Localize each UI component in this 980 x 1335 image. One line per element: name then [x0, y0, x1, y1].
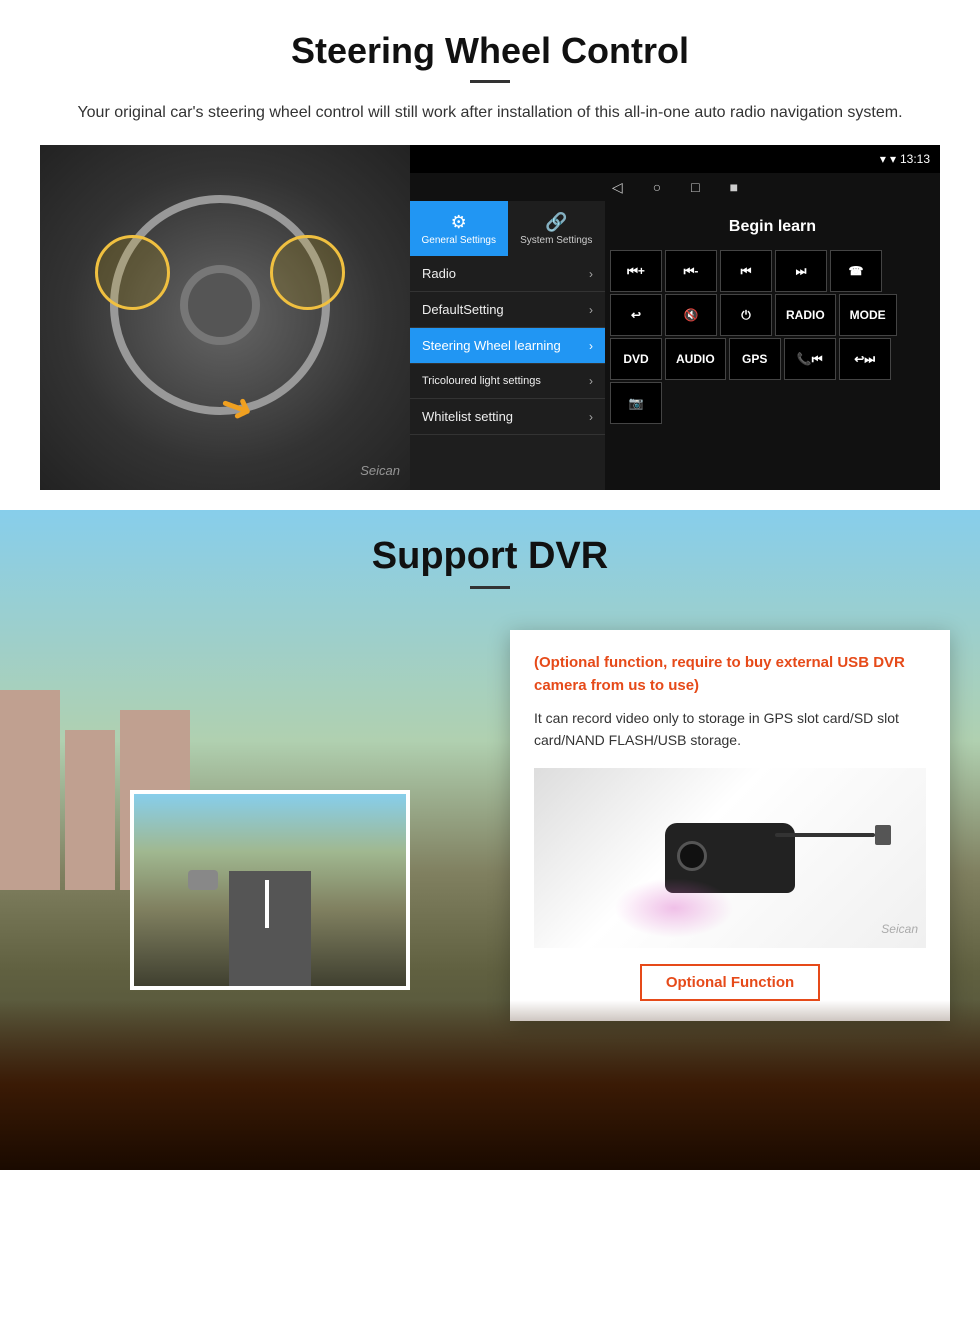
- control-row-1: ⏮+ ⏮- ⏮ ⏭ ☎: [610, 250, 935, 292]
- btn-radio[interactable]: RADIO: [775, 294, 836, 336]
- dvr-divider: [470, 586, 510, 589]
- tab-general-label: General Settings: [422, 235, 497, 246]
- control-row-2: ↩ 🔇 ⏻ RADIO MODE: [610, 294, 935, 336]
- btn-prev-track[interactable]: ⏮: [720, 250, 772, 292]
- btn-back-next[interactable]: ↩⏭: [839, 338, 891, 380]
- system-icon: 🔗: [545, 212, 567, 233]
- btn-dvd[interactable]: DVD: [610, 338, 662, 380]
- btn-back[interactable]: ↩: [610, 294, 662, 336]
- btn-vol-down[interactable]: ⏮-: [665, 250, 717, 292]
- thumbnail-road: [229, 871, 311, 986]
- building-2: [65, 730, 115, 890]
- watermark-dvr: Seican: [881, 922, 918, 936]
- highlight-right: [270, 235, 345, 310]
- dashboard-overlay: [0, 1000, 980, 1170]
- chevron-icon-3: ›: [589, 339, 593, 353]
- status-time: 13:13: [900, 152, 930, 166]
- btn-power[interactable]: ⏻: [720, 294, 772, 336]
- btn-call-prev[interactable]: 📞⏮: [784, 338, 836, 380]
- tab-system-settings[interactable]: 🔗 System Settings: [508, 201, 606, 256]
- title-divider: [470, 80, 510, 83]
- control-row-4: 📷: [610, 382, 935, 424]
- menu-items-list: Radio › DefaultSetting › Steering Wheel …: [410, 256, 605, 490]
- btn-mute[interactable]: 🔇: [665, 294, 717, 336]
- btn-vol-up[interactable]: ⏮+: [610, 250, 662, 292]
- menu-item-tricoloured-label: Tricoloured light settings: [422, 374, 541, 388]
- menu-item-steering-label: Steering Wheel learning: [422, 338, 561, 353]
- android-controls-area: Begin learn ⏮+ ⏮- ⏮ ⏭ ☎ ↩ 🔇: [605, 201, 940, 490]
- dvr-section: Support DVR (Optional function, require …: [0, 510, 980, 1170]
- menu-tabs: ⚙ General Settings 🔗 System Settings: [410, 201, 605, 256]
- wifi-icon: ▾: [890, 152, 896, 166]
- thumbnail-car: [188, 870, 218, 890]
- camera-glow: [614, 878, 734, 938]
- menu-item-default-label: DefaultSetting: [422, 302, 504, 317]
- dvr-road-thumbnail: [130, 790, 410, 990]
- camera-lens: [677, 841, 707, 871]
- chevron-icon-5: ›: [589, 410, 593, 424]
- android-statusbar: ▾ ▾ 13:13: [410, 145, 940, 173]
- steering-title: Steering Wheel Control: [40, 30, 940, 72]
- menu-item-steering-learning[interactable]: Steering Wheel learning ›: [410, 328, 605, 364]
- optional-function-area: Optional Function: [534, 964, 926, 1001]
- signal-icon: ▾: [880, 152, 886, 166]
- begin-learn-area: Begin learn: [610, 206, 935, 248]
- steering-content-area: ➜ Seican ▾ ▾ 13:13 ◁ ○ □ ■: [40, 145, 940, 490]
- nav-back-icon[interactable]: ◁: [612, 179, 623, 196]
- menu-item-radio[interactable]: Radio ›: [410, 256, 605, 292]
- chevron-icon-2: ›: [589, 303, 593, 317]
- photo-background: ➜ Seican: [40, 145, 410, 490]
- gear-icon: ⚙: [451, 212, 467, 233]
- btn-camera[interactable]: 📷: [610, 382, 662, 424]
- dvr-optional-text: (Optional function, require to buy exter…: [534, 652, 926, 697]
- tab-system-label: System Settings: [520, 235, 592, 246]
- thumbnail-road-line: [265, 880, 269, 928]
- steering-wheel-photo: ➜ Seican: [40, 145, 410, 490]
- nav-menu-icon[interactable]: ■: [730, 179, 738, 195]
- status-icons: ▾ ▾ 13:13: [880, 152, 930, 166]
- building-1: [0, 690, 60, 890]
- steering-description: Your original car's steering wheel contr…: [60, 101, 920, 125]
- nav-recent-icon[interactable]: □: [691, 179, 699, 195]
- menu-item-tricoloured[interactable]: Tricoloured light settings ›: [410, 364, 605, 399]
- menu-item-whitelist-label: Whitelist setting: [422, 409, 513, 424]
- android-ui-panel: ▾ ▾ 13:13 ◁ ○ □ ■ ⚙: [410, 145, 940, 490]
- btn-phone[interactable]: ☎: [830, 250, 882, 292]
- wheel-inner-hub: [180, 265, 260, 345]
- chevron-icon-4: ›: [589, 374, 593, 388]
- steering-section: Steering Wheel Control Your original car…: [0, 0, 980, 510]
- btn-gps[interactable]: GPS: [729, 338, 781, 380]
- dvr-camera-image: Seican: [534, 768, 926, 948]
- optional-function-button[interactable]: Optional Function: [640, 964, 820, 1001]
- begin-learn-button[interactable]: Begin learn: [711, 210, 834, 244]
- android-left-menu: ⚙ General Settings 🔗 System Settings Rad…: [410, 201, 605, 490]
- nav-home-icon[interactable]: ○: [653, 179, 661, 195]
- menu-item-radio-label: Radio: [422, 266, 456, 281]
- watermark-steering: Seican: [360, 463, 400, 478]
- menu-item-defaultsetting[interactable]: DefaultSetting ›: [410, 292, 605, 328]
- btn-next-track[interactable]: ⏭: [775, 250, 827, 292]
- camera-cable: [775, 833, 875, 837]
- dvr-title: Support DVR: [25, 535, 955, 578]
- android-nav-bar[interactable]: ◁ ○ □ ■: [410, 173, 940, 201]
- begin-learn-row: Begin learn: [610, 206, 935, 248]
- control-row-3: DVD AUDIO GPS 📞⏮ ↩⏭: [610, 338, 935, 380]
- dvr-info-box: (Optional function, require to buy exter…: [510, 630, 950, 1021]
- highlight-left: [95, 235, 170, 310]
- chevron-icon: ›: [589, 267, 593, 281]
- btn-mode[interactable]: MODE: [839, 294, 897, 336]
- tab-general-settings[interactable]: ⚙ General Settings: [410, 201, 508, 256]
- dvr-title-area: Support DVR: [0, 510, 980, 614]
- dvr-body-text: It can record video only to storage in G…: [534, 707, 926, 752]
- btn-audio[interactable]: AUDIO: [665, 338, 726, 380]
- android-body: ⚙ General Settings 🔗 System Settings Rad…: [410, 201, 940, 490]
- menu-item-whitelist[interactable]: Whitelist setting ›: [410, 399, 605, 435]
